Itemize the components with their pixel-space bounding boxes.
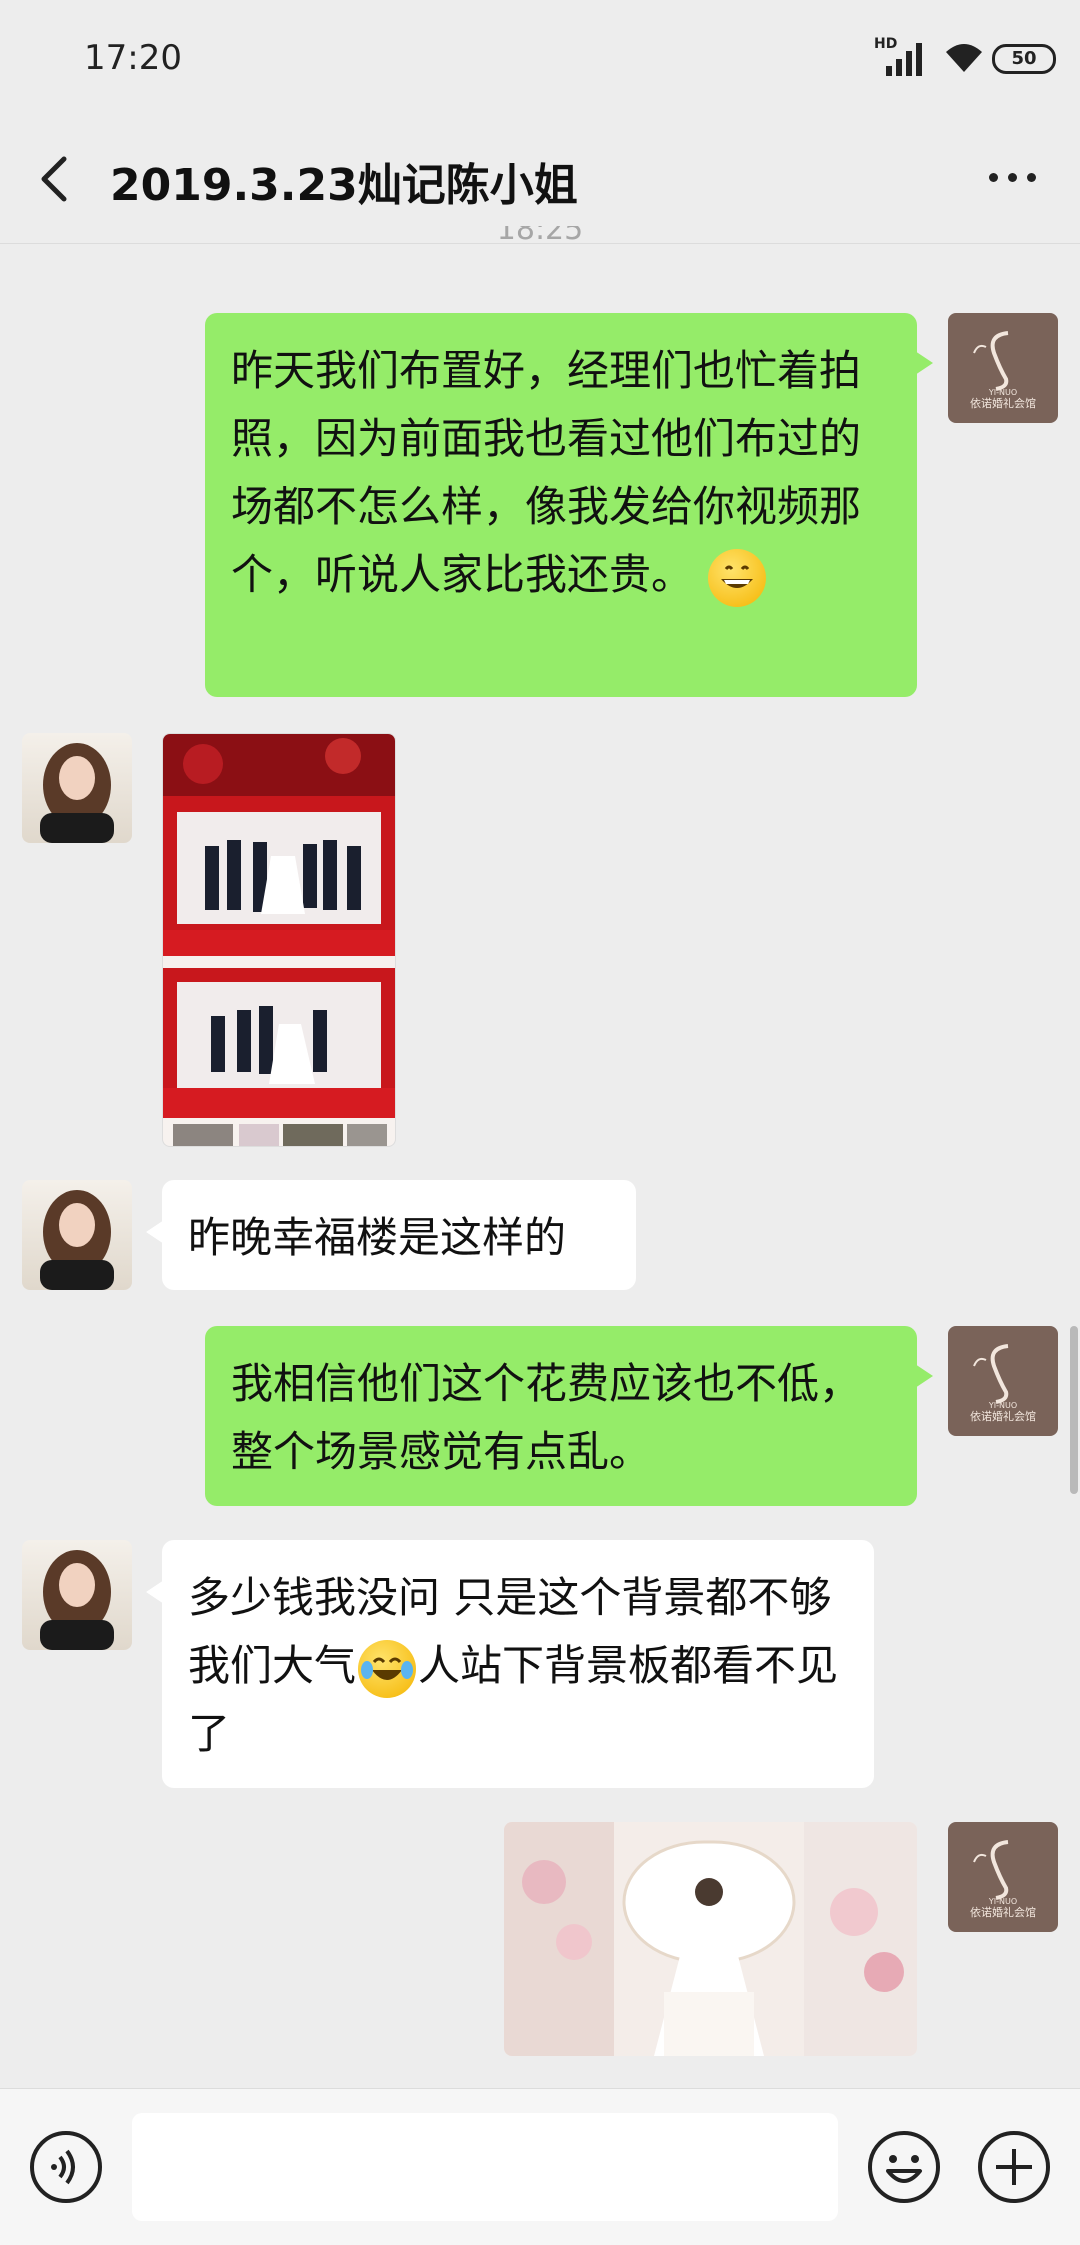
contact-avatar[interactable]: [22, 733, 132, 843]
svg-text:YI-NUO: YI-NUO: [988, 1897, 1017, 1906]
message-text: 昨天我们布置好，经理们也忙着拍照，因为前面我也看过他们布过的场都不怎么样，像我发…: [231, 346, 862, 599]
self-avatar[interactable]: YI-NUO 依诺婚礼会馆: [948, 313, 1058, 423]
svg-text:YI-NUO: YI-NUO: [988, 1401, 1017, 1410]
battery-indicator: 50: [992, 44, 1056, 74]
svg-text:依诺婚礼会馆: 依诺婚礼会馆: [970, 396, 1036, 410]
emoji-icon[interactable]: [866, 2129, 942, 2205]
message-bubble-self[interactable]: 我相信他们这个花费应该也不低，整个场景感觉有点乱。: [205, 1326, 933, 1506]
svg-text:YI-NUO: YI-NUO: [988, 388, 1017, 397]
wedding-group-photo[interactable]: [162, 733, 396, 1147]
tears-of-joy-emoji-icon: [358, 1639, 417, 1698]
message-bubble-self[interactable]: 昨天我们布置好，经理们也忙着拍照，因为前面我也看过他们布过的场都不怎么样，像我发…: [205, 313, 933, 697]
message-bubble-other[interactable]: 昨晚幸福楼是这样的: [146, 1180, 636, 1290]
back-icon[interactable]: [30, 147, 80, 207]
message-text: 昨晚幸福楼是这样的: [188, 1213, 567, 1262]
add-icon[interactable]: [976, 2129, 1052, 2205]
brand-logo-icon: YI-NUO 依诺婚礼会馆: [970, 1840, 1036, 1919]
dot-icon: [989, 173, 998, 182]
input-bar: [0, 2088, 1080, 2245]
message-timestamp: 18:25: [496, 226, 584, 247]
signal-icon: [886, 43, 922, 76]
bride-photo[interactable]: [504, 1822, 917, 2056]
scrollbar[interactable]: [1070, 1326, 1078, 1494]
message-text: 我相信他们这个花费应该也不低，整个场景感觉有点乱。: [231, 1359, 862, 1476]
svg-text:依诺婚礼会馆: 依诺婚礼会馆: [970, 1905, 1036, 1919]
message-bubble-other[interactable]: 多少钱我没问 只是这个背景都不够我们大气 人站下背景板都看不见了: [146, 1540, 874, 1788]
contact-avatar[interactable]: [22, 1180, 132, 1290]
brand-logo-icon: YI-NUO 依诺婚礼会馆: [970, 1344, 1036, 1423]
chat-title: 2019.3.23灿记陈小姐: [110, 160, 578, 211]
grin-emoji-icon: [708, 548, 767, 607]
status-bar: 17:20 HD 50: [0, 0, 1080, 125]
self-avatar[interactable]: YI-NUO 依诺婚礼会馆: [948, 1822, 1058, 1932]
dot-icon: [1027, 173, 1036, 182]
status-time: 17:20: [84, 38, 182, 78]
wifi-icon: [946, 44, 982, 72]
self-avatar[interactable]: YI-NUO 依诺婚礼会馆: [948, 1326, 1058, 1436]
dot-icon: [1008, 173, 1017, 182]
contact-avatar[interactable]: [22, 1540, 132, 1650]
more-options-button[interactable]: [984, 165, 1044, 189]
voice-icon[interactable]: [28, 2129, 104, 2205]
brand-logo-icon: YI-NUO 依诺婚礼会馆: [970, 331, 1036, 410]
message-input[interactable]: [132, 2113, 838, 2221]
svg-text:依诺婚礼会馆: 依诺婚礼会馆: [970, 1409, 1036, 1423]
